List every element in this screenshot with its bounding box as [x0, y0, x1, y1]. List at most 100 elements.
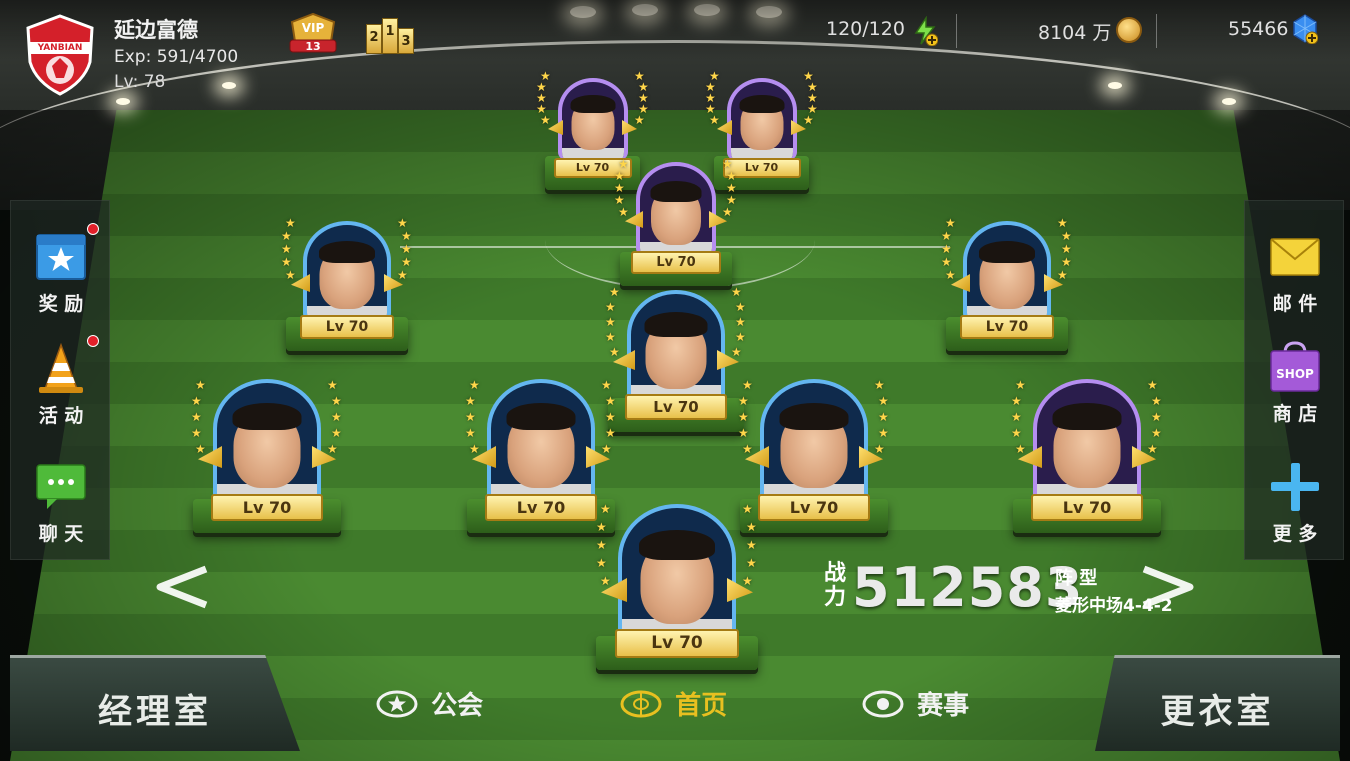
match-label: 赛事 [917, 691, 970, 721]
rating-star-icon: ★ [285, 216, 296, 230]
portrait-frame [557, 78, 628, 160]
portrait-frame [963, 221, 1051, 321]
rating-star-icon: ★ [746, 538, 757, 552]
rating-star-icon: ★ [941, 229, 952, 243]
mail-button[interactable]: 邮 件 [1245, 231, 1345, 316]
stat-divider [956, 14, 957, 48]
experience-text: Exp: 591/4700 [114, 47, 239, 67]
portrait-frame [1033, 379, 1141, 503]
shop-label: 商 店 [1272, 403, 1318, 425]
podium-second: 2 [369, 30, 379, 45]
player-card[interactable]: ★ ★ ★ ★ ★ ★ ★ ★ ★ ★ Lv 70 [596, 476, 758, 670]
rating-star-icon: ★ [1061, 229, 1072, 243]
shop-button[interactable]: SHOP 商 店 [1245, 341, 1345, 426]
home-label: 首页 [675, 691, 728, 721]
rating-star-icon: ★ [191, 410, 202, 424]
player-hair [650, 181, 702, 202]
right-side-menu: 邮 件 SHOP 商 店 更 多 [1244, 200, 1344, 560]
rating-star-icon: ★ [331, 426, 342, 440]
bottom-nav: 经理室 公会 首页 赛事 更衣室 [0, 655, 1350, 761]
reward-label: 奖 励 [38, 293, 84, 315]
player-level: Lv: 78 [114, 72, 166, 92]
player-level-tag: Lv 70 [758, 494, 870, 521]
event-button[interactable]: 活 动 [11, 343, 111, 428]
rating-star-icon: ★ [281, 229, 292, 243]
player-level-tag: Lv 70 [1031, 494, 1143, 521]
rating-star-icon: ★ [735, 315, 746, 329]
rating-star-icon: ★ [614, 169, 625, 183]
next-formation-arrow-icon[interactable] [1140, 565, 1200, 609]
rating-star-icon: ★ [1057, 268, 1068, 282]
energy-bolt-icon[interactable] [912, 16, 938, 46]
crest-label: YANBIAN [37, 43, 83, 53]
rating-star-icon: ★ [469, 378, 480, 392]
rating-star-icon: ★ [634, 69, 645, 83]
rating-star-icon: ★ [941, 242, 952, 256]
shop-badge: SHOP [1276, 367, 1314, 381]
player-level-tag: Lv 70 [960, 315, 1054, 339]
previous-formation-arrow-icon[interactable] [150, 565, 210, 609]
rating-star-icon: ★ [605, 330, 616, 344]
rating-star-icon: ★ [941, 255, 952, 269]
power-value: 512583 [852, 556, 1084, 619]
left-side-menu: 奖 励 活 动 聊 天 [10, 200, 110, 560]
floodlight [222, 82, 236, 89]
player-hair [506, 403, 576, 430]
floodlight [116, 98, 130, 105]
tab-match[interactable]: 赛事 [862, 685, 969, 723]
podium-first: 1 [385, 24, 395, 39]
rating-star-icon: ★ [540, 69, 551, 83]
rating-star-icon: ★ [738, 410, 749, 424]
rating-star-icon: ★ [401, 229, 412, 243]
player-card[interactable]: ★ ★ ★ ★ ★ ★ ★ ★ ★ ★ Lv 70 [191, 357, 342, 533]
gem-icon[interactable] [1292, 14, 1318, 44]
rating-star-icon: ★ [1057, 216, 1068, 230]
rating-star-icon: ★ [601, 378, 612, 392]
rating-star-icon: ★ [878, 394, 889, 408]
player-card[interactable]: ★ ★ ★ ★ ★ ★ ★ ★ ★ ★ Lv 70 [1011, 357, 1162, 533]
plus-icon [1271, 463, 1319, 511]
player-card[interactable]: ★ ★ ★ ★ ★ ★ ★ ★ ★ ★ Lv 70 [281, 205, 412, 351]
player-card[interactable]: ★ ★ ★ ★ ★ ★ ★ ★ ★ ★ Lv 70 [614, 150, 737, 286]
player-hair [570, 95, 615, 113]
player-hair [779, 403, 849, 430]
vip-badge[interactable]: VIP 13 [288, 12, 338, 56]
club-crest[interactable]: YANBIAN [24, 14, 96, 96]
mail-label: 邮 件 [1272, 293, 1318, 315]
floodlight [1108, 82, 1122, 89]
manager-office-button[interactable]: 经理室 [10, 655, 300, 751]
locker-room-button[interactable]: 更衣室 [1095, 655, 1340, 751]
portrait-frame [303, 221, 391, 321]
guild-icon [376, 690, 418, 717]
portrait-frame [618, 504, 736, 640]
rating-star-icon: ★ [596, 556, 607, 570]
player-card[interactable]: ★ ★ ★ ★ ★ ★ ★ ★ ★ ★ Lv 70 [465, 357, 616, 533]
tab-guild[interactable]: 公会 [376, 685, 483, 723]
vip-level: 13 [305, 40, 321, 53]
rating-star-icon: ★ [618, 205, 629, 219]
player-card[interactable]: ★ ★ ★ ★ ★ ★ ★ ★ ★ ★ Lv 70 [605, 272, 746, 432]
rating-star-icon: ★ [1061, 255, 1072, 269]
rating-star-icon: ★ [465, 426, 476, 440]
tab-home[interactable]: 首页 [620, 685, 727, 723]
rating-star-icon: ★ [397, 216, 408, 230]
rating-star-icon: ★ [738, 426, 749, 440]
rating-star-icon: ★ [803, 69, 814, 83]
chat-button[interactable]: 聊 天 [11, 461, 111, 546]
rating-star-icon: ★ [281, 255, 292, 269]
rating-star-icon: ★ [1011, 426, 1022, 440]
rating-star-icon: ★ [614, 193, 625, 207]
more-button[interactable]: 更 多 [1245, 461, 1345, 546]
ranking-podium-button[interactable]: 2 1 3 [364, 14, 416, 54]
formation-label: 阵 型 [1055, 568, 1098, 589]
rating-star-icon: ★ [327, 442, 338, 456]
rating-star-icon: ★ [195, 442, 206, 456]
chat-bubble-icon [36, 464, 86, 509]
player-card[interactable]: ★ ★ ★ ★ ★ ★ ★ ★ ★ ★ Lv 70 [941, 205, 1072, 351]
reward-button[interactable]: 奖 励 [11, 231, 111, 316]
player-card[interactable]: ★ ★ ★ ★ ★ ★ ★ ★ ★ ★ Lv 70 [738, 357, 889, 533]
locker-room-label: 更衣室 [1160, 692, 1275, 732]
rating-star-icon: ★ [614, 181, 625, 195]
rating-star-icon: ★ [1147, 378, 1158, 392]
portrait-frame [487, 379, 595, 503]
